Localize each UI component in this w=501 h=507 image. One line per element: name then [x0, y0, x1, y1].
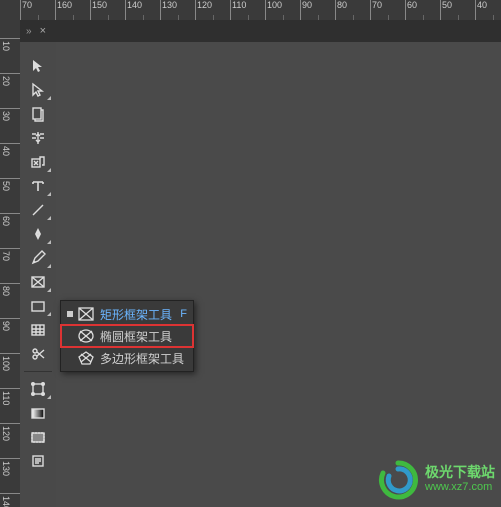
page-tool-icon[interactable]: [23, 102, 53, 126]
watermark-title: 极光下载站: [425, 465, 495, 480]
direct-selection-tool-icon[interactable]: [23, 78, 53, 102]
ruler-tick: 90: [300, 0, 335, 20]
line-tool-icon[interactable]: [23, 198, 53, 222]
ruler-tick: 20: [0, 73, 20, 108]
menu-item-label: 多边形框架工具: [100, 350, 187, 367]
watermark-logo-icon: [377, 459, 419, 501]
ruler-tick: 80: [0, 283, 20, 318]
ellipse-frame-icon: [78, 329, 94, 343]
rectangle-frame-tool-icon[interactable]: [23, 270, 53, 294]
canvas-area[interactable]: [56, 42, 501, 507]
vertical-ruler[interactable]: 102030405060708090100110120130140: [0, 20, 21, 507]
tools-panel: [20, 42, 57, 507]
ruler-tick: 70: [20, 0, 55, 20]
panel-expand-icon[interactable]: »: [24, 26, 34, 37]
current-indicator-icon: [67, 311, 73, 317]
close-icon[interactable]: ×: [40, 25, 46, 37]
ruler-tick: 70: [0, 248, 20, 283]
ruler-tick: 130: [160, 0, 195, 20]
ruler-tick: 150: [90, 0, 125, 20]
rectangle-frame-tool-item[interactable]: 矩形框架工具 F: [61, 303, 193, 325]
gradient-swatch-tool-icon[interactable]: [23, 401, 53, 425]
ruler-tick: 60: [405, 0, 440, 20]
ruler-tick: 110: [0, 388, 20, 423]
ruler-tick: 70: [370, 0, 405, 20]
ruler-tick: 110: [230, 0, 265, 20]
ruler-tick: 90: [0, 318, 20, 353]
pen-tool-icon[interactable]: [23, 222, 53, 246]
watermark-url: www.xz7.com: [425, 480, 495, 495]
free-transform-tool-icon[interactable]: [23, 377, 53, 401]
pencil-tool-icon[interactable]: [23, 246, 53, 270]
scissors-tool-icon[interactable]: [23, 342, 53, 366]
ruler-tick: 40: [0, 143, 20, 178]
document-tab-bar: » ×: [20, 20, 501, 42]
gap-tool-icon[interactable]: [23, 126, 53, 150]
ruler-tick: 140: [125, 0, 160, 20]
frame-tool-flyout: 矩形框架工具 F 椭圆框架工具多边形框架工具: [60, 300, 194, 372]
app-window: 70160150140130120110100908070605040 1020…: [0, 0, 501, 507]
ruler-tick: 130: [0, 458, 20, 493]
ruler-tick: 120: [195, 0, 230, 20]
horizontal-ruler[interactable]: 70160150140130120110100908070605040: [0, 0, 501, 21]
ruler-tick: 50: [440, 0, 475, 20]
ruler-tick: 140: [0, 493, 20, 507]
content-collector-tool-icon[interactable]: [23, 150, 53, 174]
ruler-tick: 50: [0, 178, 20, 213]
watermark: 极光下载站 www.xz7.com: [377, 459, 495, 501]
ruler-tick: 40: [475, 0, 501, 20]
type-tool-icon[interactable]: [23, 174, 53, 198]
ruler-tick: 100: [265, 0, 300, 20]
selection-tool-icon[interactable]: [23, 54, 53, 78]
polygon-frame-icon: [78, 351, 94, 365]
ruler-tick: 100: [0, 353, 20, 388]
ruler-tick: 120: [0, 423, 20, 458]
note-tool-icon[interactable]: [23, 449, 53, 473]
ruler-tick: 60: [0, 213, 20, 248]
ruler-tick: 30: [0, 108, 20, 143]
polygon-frame-tool-item[interactable]: 多边形框架工具: [61, 347, 193, 369]
table-tool-icon[interactable]: [23, 318, 53, 342]
menu-item-label: 椭圆框架工具: [100, 328, 187, 345]
gradient-feather-tool-icon[interactable]: [23, 425, 53, 449]
menu-item-shortcut: F: [180, 308, 187, 320]
rect-frame-icon: [78, 307, 94, 321]
ruler-tick: 160: [55, 0, 90, 20]
ruler-tick: 80: [335, 0, 370, 20]
menu-item-label: 矩形框架工具: [100, 306, 174, 323]
ruler-tick: 10: [0, 38, 20, 73]
ellipse-frame-tool-item[interactable]: 椭圆框架工具: [61, 325, 193, 347]
tool-separator: [24, 371, 52, 372]
rectangle-tool-icon[interactable]: [23, 294, 53, 318]
